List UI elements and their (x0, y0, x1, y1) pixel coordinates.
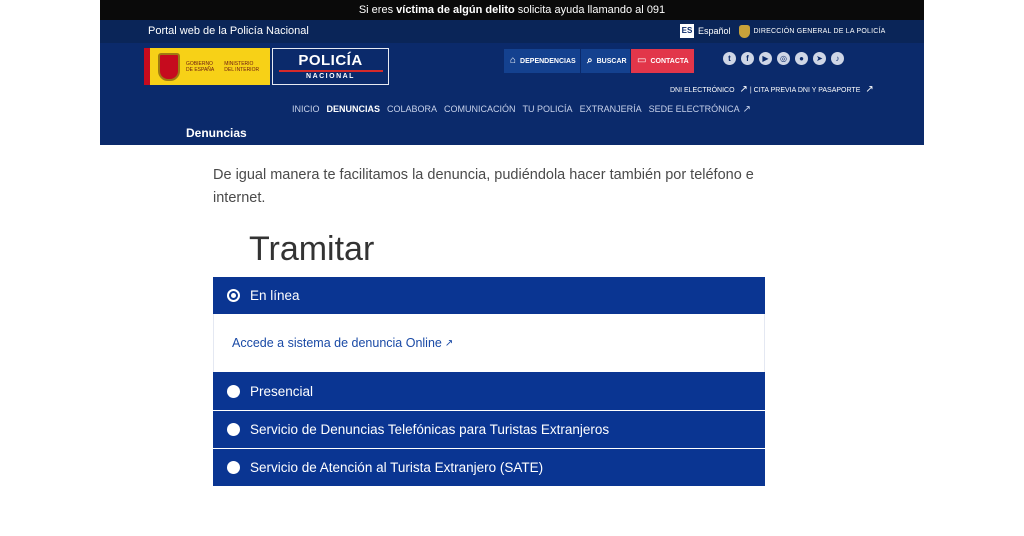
accordion-header-presencial[interactable]: Presencial (213, 372, 765, 410)
gobierno-logo[interactable]: GOBIERNO DE ESPAÑA MINISTERIO DEL INTERI… (144, 48, 270, 85)
emergency-banner: Si eres víctima de algún delito solicita… (100, 0, 924, 20)
link-separator: | (749, 87, 752, 94)
language-code: ES (680, 24, 694, 38)
cita-previa-link[interactable]: CITA PREVIA DNI Y PASAPORTE (754, 87, 861, 94)
banner-text-post: solicita ayuda llamando al (517, 4, 644, 16)
accordion-header-en-linea[interactable]: En línea (213, 277, 765, 314)
tiktok-icon[interactable]: ♪ (831, 52, 844, 65)
accordion-label-sate: Servicio de Atención al Turista Extranje… (250, 460, 544, 475)
accordion-label-presencial: Presencial (250, 383, 314, 399)
buscar-button[interactable]: ⌕ BUSCAR (580, 49, 630, 73)
gov-logo-text-ministerio: MINISTERIO DEL INTERIOR (224, 60, 260, 73)
dependencias-label: DEPENDENCIAS (520, 57, 576, 65)
language-label: Español (698, 26, 731, 36)
accordion-label-en-linea: En línea (250, 288, 300, 303)
external-link-icon: ↗ (739, 84, 748, 95)
nav-item-extranjeria[interactable]: EXTRANJERÍA (580, 104, 642, 115)
buildings-icon: ⌂ (510, 55, 517, 66)
banner-text-pre: Si eres (358, 4, 394, 16)
spain-crest-icon (158, 52, 180, 81)
radio-selected-icon (227, 289, 240, 302)
site-header: Portal web de la Policía Nacional ES Esp… (100, 20, 924, 145)
accordion-header-sate[interactable]: Servicio de Atención al Turista Extranje… (213, 449, 765, 486)
nav-item-denuncias[interactable]: DENUNCIAS (327, 104, 381, 115)
banner-text-bold: víctima de algún delito (396, 4, 515, 16)
page-breadcrumb: Denuncias (186, 126, 247, 140)
secondary-links: DNI ELECTRÓNICO ↗ | CITA PREVIA DNI Y PA… (670, 84, 874, 95)
logo-stripe (278, 70, 383, 72)
logo-text-nacional: NACIONAL (306, 73, 355, 80)
chat-icon: ▭ (637, 55, 647, 66)
twitter-icon[interactable]: t (723, 52, 736, 65)
page-title: Tramitar (249, 230, 375, 268)
nav-item-tu-policia[interactable]: TU POLICÍA (523, 104, 573, 115)
nav-item-comunicacion[interactable]: COMUNICACIÓN (444, 104, 516, 115)
facebook-icon[interactable]: f (741, 52, 754, 65)
main-nav: INICIO DENUNCIAS COLABORA COMUNICACIÓN T… (292, 104, 751, 115)
nav-item-colabora[interactable]: COLABORA (387, 104, 437, 115)
nav-item-sede-electronica[interactable]: SEDE ELECTRÓNICA ↗ (649, 104, 751, 115)
accordion-panel-en-linea: Accede a sistema de denuncia Online ↗ (213, 314, 765, 372)
dependencias-button[interactable]: ⌂ DEPENDENCIAS (504, 49, 580, 73)
periscope-icon[interactable]: ● (795, 52, 808, 65)
accordion-header-telefonicas[interactable]: Servicio de Denuncias Telefónicas para T… (213, 411, 765, 448)
page: Si eres víctima de algún delito solicita… (0, 0, 1024, 536)
search-icon: ⌕ (587, 55, 593, 66)
radio-icon (227, 423, 240, 436)
instagram-icon[interactable]: ◎ (777, 52, 790, 65)
youtube-icon[interactable]: ▶ (759, 52, 772, 65)
gov-logo-text-gobierno: GOBIERNO DE ESPAÑA (186, 60, 215, 73)
intro-text: De igual manera te facilitamos la denunc… (213, 167, 754, 206)
buscar-label: BUSCAR (596, 57, 627, 65)
language-selector[interactable]: ES Español DIRECCIÓN GENERAL DE LA POLIC… (680, 24, 886, 38)
dni-electronico-link[interactable]: DNI ELECTRÓNICO (670, 87, 735, 94)
logo-text-policia: POLICÍA (298, 52, 363, 69)
external-link-icon: ↗ (444, 337, 454, 349)
radio-icon (227, 461, 240, 474)
policia-nacional-logo[interactable]: POLICÍA NACIONAL (272, 48, 389, 85)
portal-title: Portal web de la Policía Nacional (148, 25, 309, 37)
nav-item-inicio[interactable]: INICIO (292, 104, 320, 115)
contacta-button[interactable]: ▭ CONTACTA (631, 49, 694, 73)
external-link-icon: ↗ (865, 84, 874, 95)
banner-number: 091 (646, 4, 666, 16)
external-link-icon: ↗ (742, 104, 751, 115)
tramitar-accordion: En línea Accede a sistema de denuncia On… (213, 277, 765, 486)
police-crest-icon (738, 24, 750, 38)
radio-icon (227, 384, 240, 398)
accordion-label-telefonicas: Servicio de Denuncias Telefónicas para T… (250, 422, 610, 437)
direccion-general-link[interactable]: DIRECCIÓN GENERAL DE LA POLICÍA (754, 28, 886, 35)
contacta-label: CONTACTA (650, 57, 689, 65)
telegram-icon[interactable]: ➤ (813, 52, 826, 65)
denuncia-online-link[interactable]: Accede a sistema de denuncia Online (232, 336, 442, 350)
social-links: t f ▶ ◎ ● ➤ ♪ (723, 52, 844, 65)
